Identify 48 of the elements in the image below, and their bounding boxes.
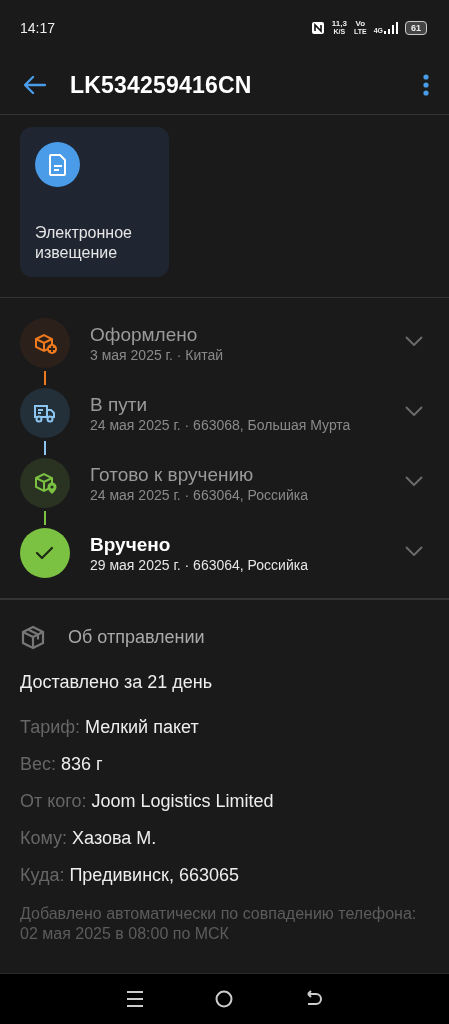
nfc-icon: [310, 21, 325, 35]
chevron-down-icon: [405, 476, 423, 486]
field-value: 836 г: [61, 754, 103, 775]
connector-line: [44, 441, 46, 455]
event-title: В пути: [90, 394, 149, 416]
network-speed: 11,3: [331, 20, 347, 28]
event-title: Оформлено: [90, 324, 199, 346]
volte-label: Vo: [355, 20, 366, 28]
back-arrow-icon: [24, 76, 46, 94]
event-title: Готово к вручению: [90, 464, 255, 486]
connector-line: [44, 511, 46, 525]
connector-line: [44, 371, 46, 385]
file-icon: [47, 152, 68, 177]
field-value: Мелкий пакет: [85, 717, 199, 738]
section-heading: Об отправлении: [68, 626, 205, 648]
info-note: Добавлено автоматически по совпадению телефона: 02 мая 2025 в 08:00 по МСК: [20, 904, 418, 944]
timeline-event[interactable]: Вручено 29 мая 2025 г. · 663064, Российка: [20, 528, 429, 586]
clock-time: 14:17: [20, 20, 56, 36]
event-title: Вручено: [90, 534, 172, 556]
document-card[interactable]: Электронное извещение: [20, 127, 169, 277]
field-value: Предивинск, 663065: [69, 865, 240, 886]
timeline-event[interactable]: Оформлено 3 мая 2025 г. · Китай: [20, 318, 429, 388]
timeline-event[interactable]: Готово к вручению 24 мая 2025 г. · 663064, Российка: [20, 458, 429, 528]
box-icon: [20, 624, 46, 650]
field-label: Кому:: [20, 828, 68, 849]
tracking-number: LK534259416CN: [70, 71, 253, 99]
back-icon[interactable]: [305, 990, 324, 1008]
field-value: Joom Logistics Limited: [91, 791, 274, 812]
event-details: 24 мая 2025 г. · 663064, Российка: [90, 486, 309, 504]
menu-icon[interactable]: [125, 990, 144, 1008]
chevron-down-icon: [405, 336, 423, 346]
field-value: Хазова М.: [72, 828, 157, 849]
timeline-event[interactable]: В пути 24 мая 2025 г. · 663068, Большая Мурта: [20, 388, 429, 458]
chevron-down-icon: [405, 546, 423, 556]
field-label: Тариф:: [20, 717, 81, 738]
delivery-summary: Доставлено за 21 день: [20, 672, 214, 693]
home-icon[interactable]: [215, 990, 234, 1008]
field-label: От кого:: [20, 791, 87, 812]
field-label: Вес:: [20, 754, 57, 775]
event-details: 24 мая 2025 г. · 663068, Большая Мурта: [90, 416, 352, 434]
field-label: Куда:: [20, 865, 65, 886]
signal-icon: [384, 22, 398, 34]
more-icon: [423, 74, 429, 96]
document-label: Электронное извещение: [35, 223, 133, 263]
event-details: 29 мая 2025 г. · 663064, Российка: [90, 556, 309, 574]
event-details: 3 мая 2025 г. · Китай: [90, 346, 225, 364]
battery-indicator: 61: [405, 21, 427, 35]
chevron-down-icon: [405, 406, 423, 416]
